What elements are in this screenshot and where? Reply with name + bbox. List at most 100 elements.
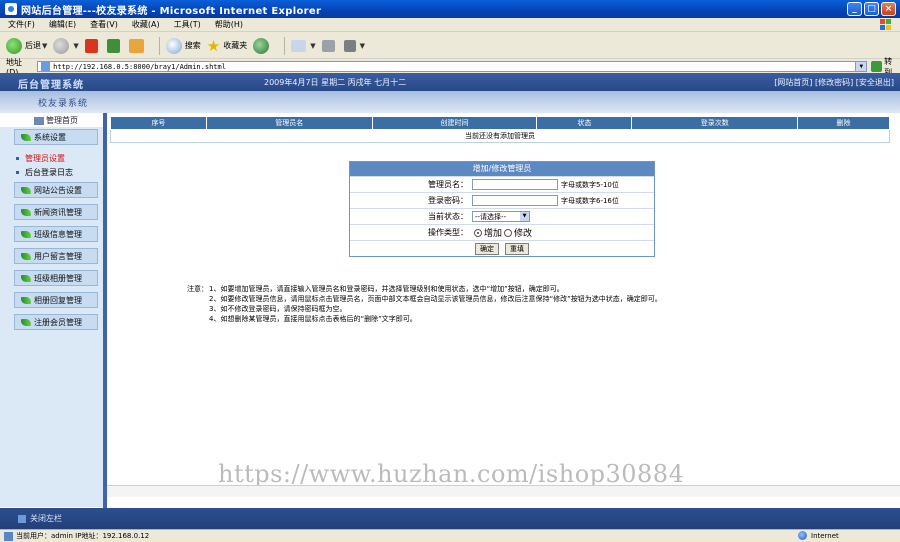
password-row: 登录密码： 字母或数字6-16位 [350, 192, 654, 208]
close-button[interactable]: × [881, 2, 896, 16]
address-input[interactable]: http://192.168.0.5:8000/bray1/Admin.shtm… [37, 61, 868, 72]
username-input[interactable] [472, 179, 558, 190]
edit-button[interactable]: ▼ [343, 39, 365, 52]
menu-edit[interactable]: 编辑(E) [49, 19, 76, 30]
column-header: 序号 [110, 116, 207, 130]
address-dropdown-icon[interactable]: ▼ [855, 62, 867, 71]
action-add-label: 增加 [484, 229, 503, 239]
leaf-icon [21, 296, 31, 304]
column-header: 登录次数 [631, 116, 799, 130]
table-row: 当前还没有添加管理员 [110, 129, 890, 143]
sidebar-item-label: 用户留言管理 [34, 251, 82, 261]
maximize-button[interactable]: □ [864, 2, 879, 16]
sidebar-item-members[interactable]: 注册会员管理 [14, 314, 98, 330]
sidebar-item-label: 注册会员管理 [34, 317, 82, 327]
sidebar-menu: 系统设置 管理员设置 后台登录日志 网站公告设置 新闻资讯管理 班级信息管理 用… [0, 127, 106, 507]
admin-table: 序号 管理员名 创建时间 状态 登录次数 删除 当前还没有添加管理员 [110, 116, 890, 143]
browser-toolbar: 后退 ▼ ▼ 搜索 ★ 收藏夹 ▼ ▼ [0, 33, 900, 59]
history-icon [253, 37, 270, 54]
favorites-button[interactable]: ★ 收藏夹 [207, 38, 247, 53]
menu-favorites[interactable]: 收藏(A) [132, 19, 160, 30]
leaf-icon [21, 252, 31, 260]
column-header: 状态 [536, 116, 633, 130]
stop-button[interactable] [84, 38, 101, 53]
notes-title: 注意： [187, 285, 208, 293]
sidebar-item-label: 系统设置 [34, 132, 66, 142]
menu-tools[interactable]: 工具(T) [174, 19, 201, 30]
sidebar-item-label: 班级信息管理 [34, 229, 82, 239]
leaf-icon [21, 274, 31, 282]
mail-button[interactable]: ▼ [291, 39, 316, 52]
refresh-icon [106, 38, 120, 53]
menu-file[interactable]: 文件(F) [8, 19, 35, 30]
sidebar-item-label: 相册回复管理 [34, 295, 82, 305]
sidebar-item-label: 后台登录日志 [25, 168, 73, 177]
horizontal-scrollbar[interactable] [107, 485, 900, 497]
sidebar-item-label: 新闻资讯管理 [34, 207, 82, 217]
sidebar-item-system-settings[interactable]: 系统设置 [14, 129, 98, 145]
back-arrow-icon [6, 37, 22, 54]
leaf-icon [21, 318, 31, 326]
close-sidebar-button[interactable]: 关闭左栏 [18, 513, 62, 524]
sidebar-item-news[interactable]: 新闻资讯管理 [14, 204, 98, 220]
sidebar-item-albums[interactable]: 班级相册管理 [14, 270, 98, 286]
page-icon [41, 62, 51, 71]
sidebar-home[interactable]: 管理首页 [34, 115, 78, 126]
browser-status-bar: 当前用户：admin IP地址：192.168.0.12 Internet [0, 529, 900, 542]
edit-icon [343, 39, 356, 52]
print-button[interactable] [321, 39, 338, 52]
address-url: http://192.168.0.5:8000/bray1/Admin.shtm… [53, 62, 226, 71]
action-edit-radio[interactable] [504, 228, 513, 237]
action-row: 操作类型： 增加 修改 [350, 224, 654, 240]
password-input[interactable] [472, 195, 558, 206]
main-content: 序号 管理员名 创建时间 状态 登录次数 删除 当前还没有添加管理员 增加/修改… [107, 113, 900, 508]
action-edit-label: 修改 [514, 229, 533, 239]
mail-icon [291, 39, 307, 52]
back-dropdown-icon[interactable]: ▼ [42, 42, 47, 50]
password-label: 登录密码： [428, 196, 468, 205]
globe-icon [798, 531, 807, 540]
menu-help[interactable]: 帮助(H) [215, 19, 243, 30]
zone-label: Internet [811, 531, 839, 540]
sidebar-item-album-replies[interactable]: 相册回复管理 [14, 292, 98, 308]
windows-flag-icon [880, 19, 891, 30]
chevron-down-icon[interactable]: ▼ [520, 212, 529, 221]
search-icon [165, 37, 182, 54]
mail-dropdown-icon[interactable]: ▼ [310, 42, 315, 50]
header-links[interactable]: [网站首页] [修改密码] [安全退出] [774, 77, 894, 88]
sidebar-item-messages[interactable]: 用户留言管理 [14, 248, 98, 264]
menu-view[interactable]: 查看(V) [90, 19, 118, 30]
leaf-icon [21, 208, 31, 216]
home-icon [128, 38, 144, 53]
forward-dropdown-icon[interactable]: ▼ [73, 42, 78, 50]
empty-message: 当前还没有添加管理员 [110, 129, 890, 143]
web-page: 后台管理系统 2009年4月7日 星期二 丙戌年 七月十二 [网站首页] [修改… [0, 73, 900, 529]
stop-icon [84, 38, 98, 53]
status-label: 当前状态： [428, 212, 468, 221]
forward-button[interactable]: ▼ [53, 37, 79, 54]
sidebar-item-label: 班级相册管理 [34, 273, 82, 283]
page-status-icon [4, 531, 13, 541]
minimize-button[interactable]: _ [847, 2, 862, 16]
window-title: 网站后台管理---校友录系统 - Microsoft Internet Expl… [21, 5, 322, 17]
admin-form: 增加/修改管理员 管理员名： 字母或数字5-10位 登录密码： 字母或数字6-1… [349, 161, 655, 257]
action-add-radio[interactable] [474, 228, 482, 237]
sidebar-item-announcements[interactable]: 网站公告设置 [14, 182, 98, 198]
table-header-row: 序号 管理员名 创建时间 状态 登录次数 删除 [110, 116, 890, 130]
status-select[interactable]: --请选择-- ▼ [472, 211, 530, 222]
home-button[interactable] [128, 38, 147, 53]
submit-button[interactable]: 确定 [475, 242, 499, 255]
back-button[interactable]: 后退 ▼ [6, 37, 47, 54]
header-date: 2009年4月7日 星期二 丙戌年 七月十二 [264, 78, 407, 87]
status-row: 当前状态： --请选择-- ▼ [350, 208, 654, 224]
history-button[interactable] [253, 37, 272, 54]
refresh-button[interactable] [106, 38, 123, 53]
sidebar-item-admin-settings[interactable]: 管理员设置 [16, 153, 65, 164]
action-label: 操作类型： [428, 228, 468, 237]
reset-button[interactable]: 重填 [505, 242, 529, 255]
edit-dropdown-icon[interactable]: ▼ [360, 42, 365, 50]
sidebar-item-login-log[interactable]: 后台登录日志 [16, 167, 73, 178]
search-button[interactable]: 搜索 [165, 37, 201, 54]
sidebar-item-class-info[interactable]: 班级信息管理 [14, 226, 98, 242]
leaf-icon [21, 133, 31, 141]
